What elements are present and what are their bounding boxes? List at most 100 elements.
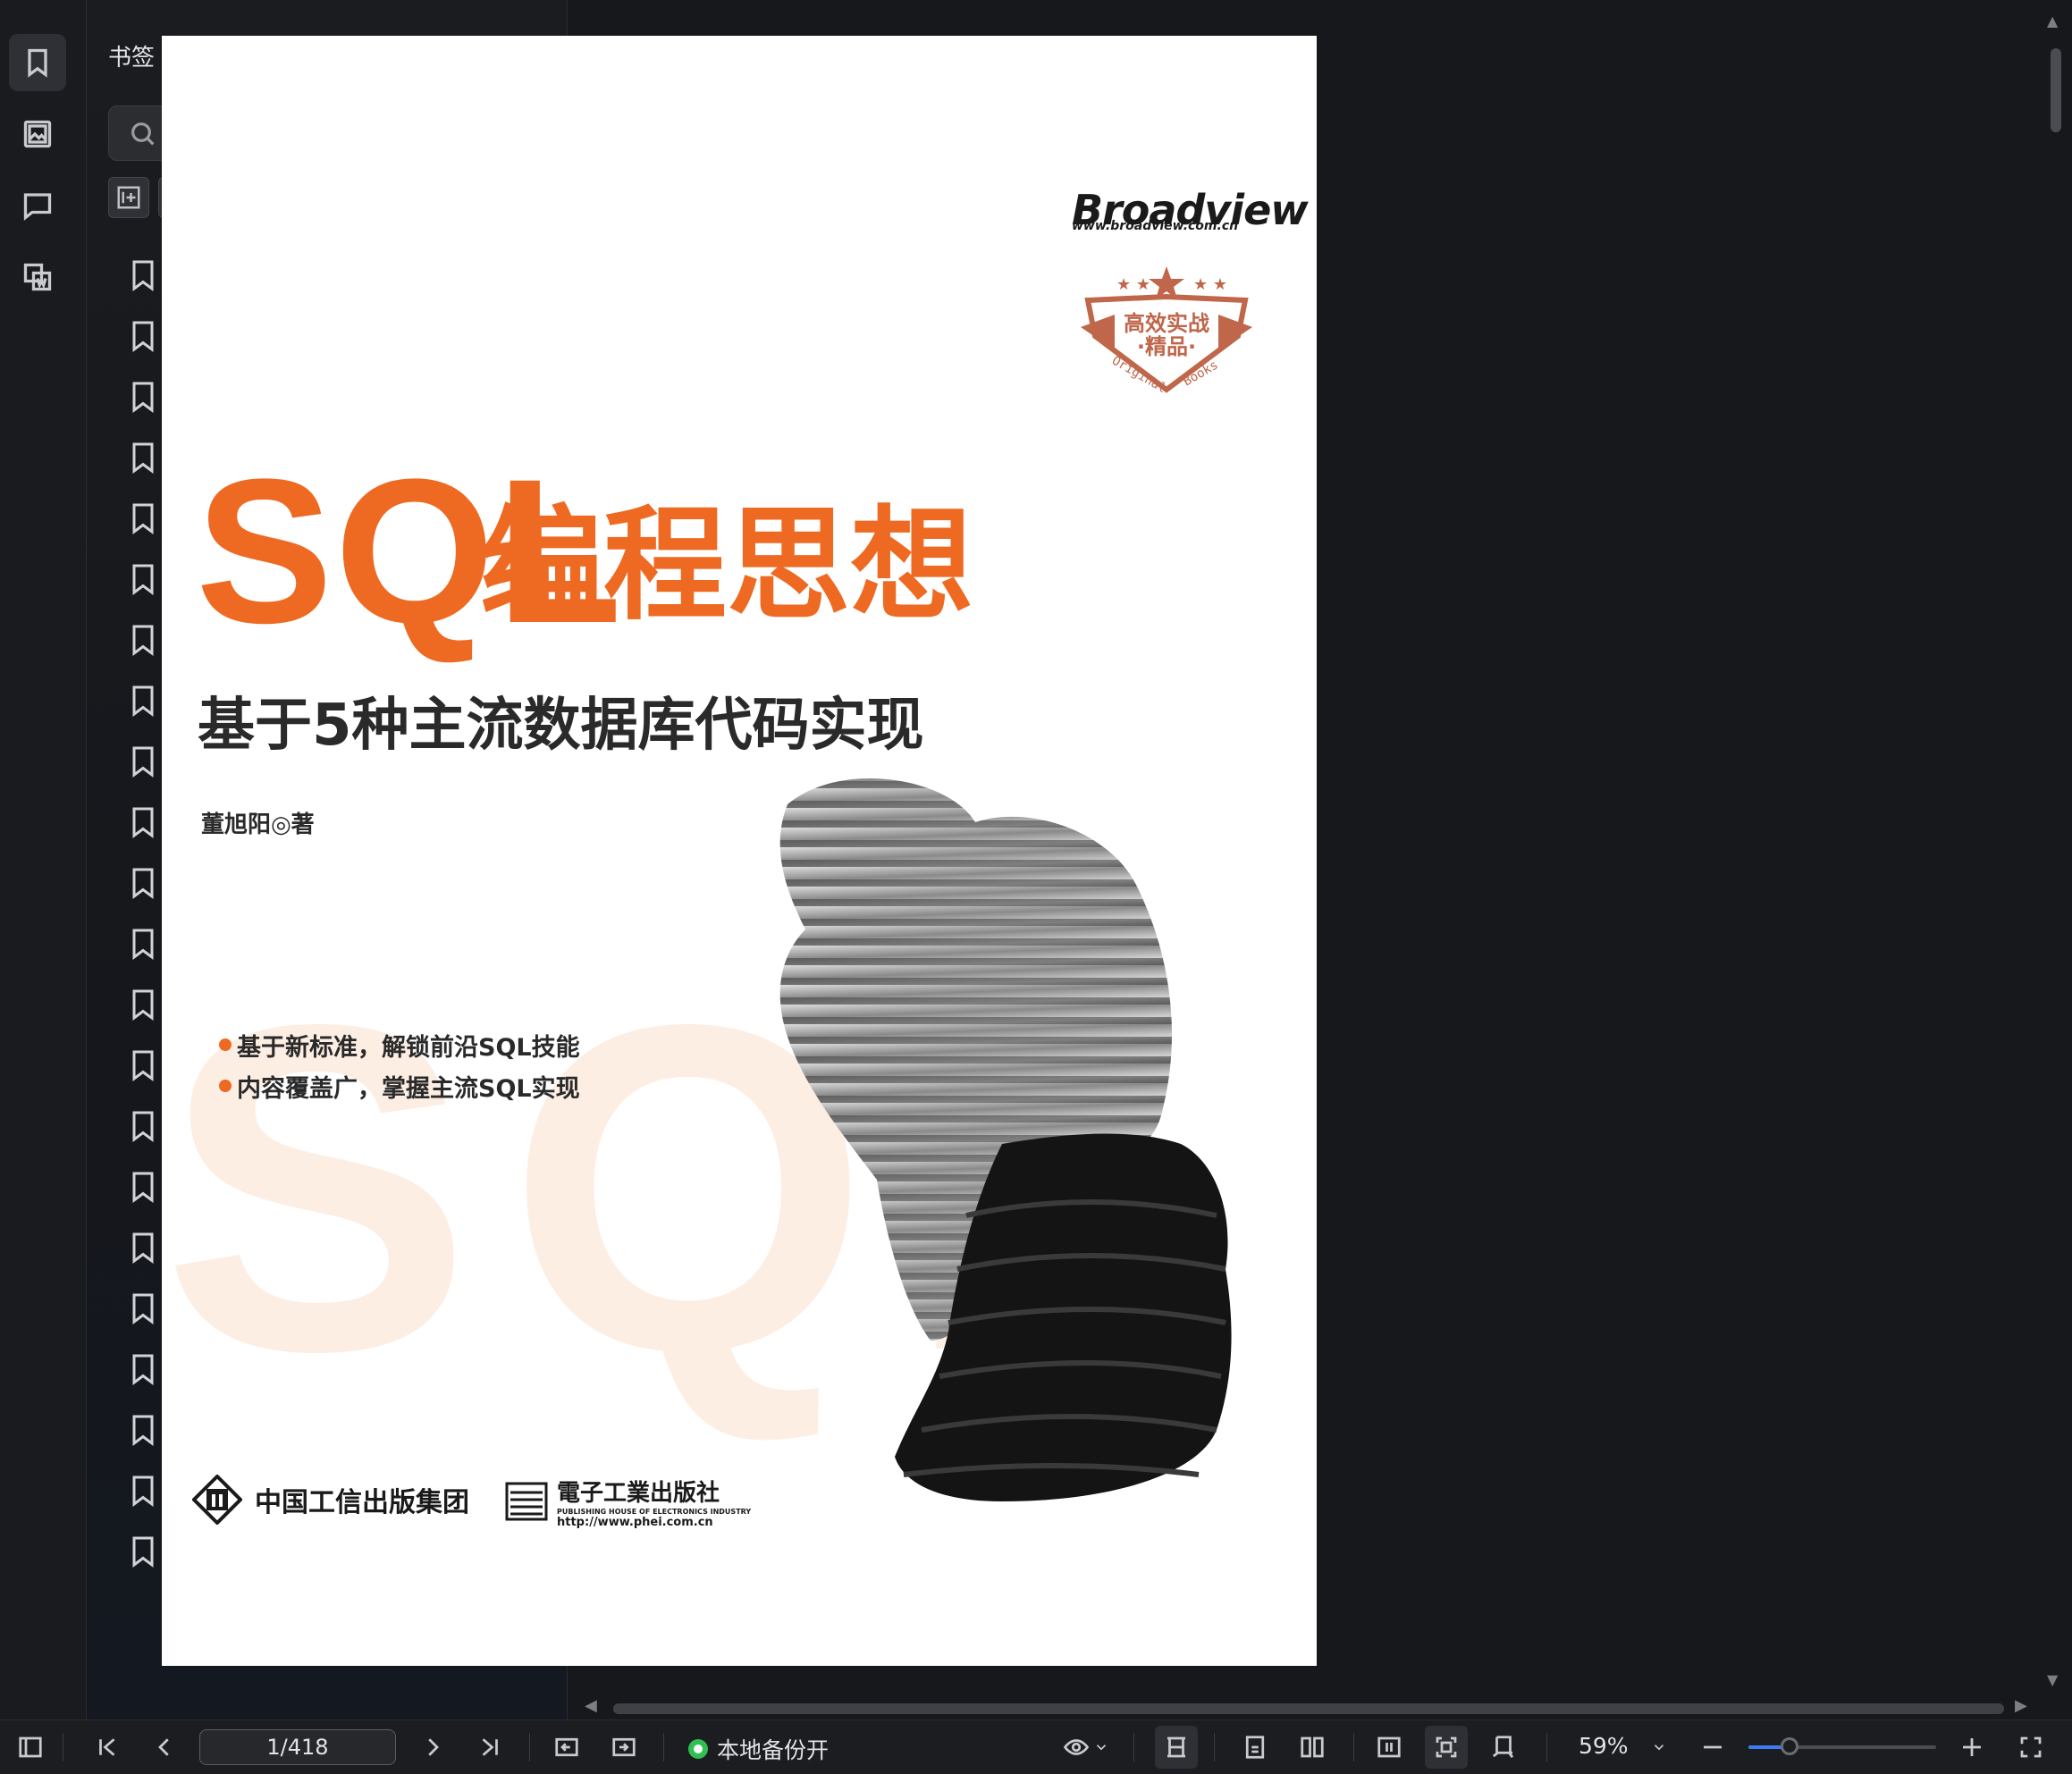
view-mode-chevron[interactable] [1092, 1731, 1110, 1763]
badge-line2: ·精品· [1137, 334, 1196, 359]
add-bookmark-button[interactable] [108, 177, 149, 218]
next-page-button[interactable] [417, 1731, 449, 1763]
side-rail [0, 0, 87, 1719]
single-page-button[interactable] [1239, 1731, 1271, 1763]
bookmark-icon [130, 1232, 156, 1264]
zoom-out-button[interactable] [1697, 1731, 1729, 1763]
bookmark-icon [130, 1475, 156, 1507]
publisher-house-logo: 電子工業出版社 PUBLISHING HOUSE OF ELECTRONICS … [505, 1476, 752, 1529]
back-arrow-icon [555, 1737, 578, 1757]
local-backup-toggle[interactable]: 本地备份开 [688, 1733, 829, 1765]
rail-bookmarks-button[interactable] [9, 34, 66, 91]
previous-page-button[interactable] [148, 1731, 181, 1763]
publisher-group-logo: 中国工信出版集团 [192, 1475, 469, 1525]
cover-author: 董旭阳◎著 [201, 811, 315, 838]
bookmark-icon [130, 320, 156, 352]
page-number-input[interactable] [199, 1729, 396, 1765]
badge-left-text: Original [1109, 354, 1168, 397]
cover-title-cn: 编程思想 [480, 493, 974, 637]
toggle-sidebar-button[interactable] [14, 1731, 46, 1763]
chevron-right-icon [428, 1738, 439, 1756]
bookmark-icon [130, 685, 156, 717]
double-page-button[interactable] [1296, 1731, 1328, 1763]
bookmark-icon [130, 806, 156, 838]
thinker-statue-image [779, 778, 1232, 1501]
scroll-right-arrow[interactable]: ▶ [2015, 1696, 2027, 1715]
quality-badge: ★ ★ ★ ★ 高效实战 ·精品· Original Books [1081, 266, 1252, 397]
bottom-toolbar: 本地备份开 59% [0, 1719, 2072, 1774]
horizontal-scrollbar-thumb[interactable] [613, 1703, 2004, 1714]
fullscreen-button[interactable] [2015, 1731, 2047, 1763]
single-page-icon [1245, 1736, 1265, 1759]
chevron-down-icon [1654, 1745, 1664, 1751]
bookmark-icon [130, 1049, 156, 1081]
bookmark-icon [130, 988, 156, 1021]
phei-logo-icon [505, 1482, 548, 1521]
zoom-level[interactable]: 59% [1579, 1733, 1629, 1759]
chevron-down-icon [1096, 1745, 1107, 1751]
zoom-slider[interactable] [1748, 1737, 1936, 1755]
publisher-brand-url: www.broadview.com.cn [1072, 219, 1239, 233]
bookmark-icon [130, 259, 156, 291]
double-page-icon [1301, 1736, 1324, 1758]
scroll-left-arrow[interactable]: ◀ [585, 1696, 597, 1715]
document-page: SQL Broadview www.broadview.com.cn ★ ★ ★… [162, 36, 1317, 1666]
first-page-button[interactable] [91, 1731, 123, 1763]
search-icon [131, 122, 155, 146]
scroll-down-arrow[interactable]: ▼ [2047, 1671, 2058, 1688]
image-icon [23, 120, 52, 148]
zoom-dropdown-chevron[interactable] [1650, 1731, 1668, 1763]
zoom-slider-handle[interactable] [1781, 1737, 1799, 1755]
bookmark-icon [130, 745, 156, 778]
fit-page-button[interactable] [1425, 1726, 1468, 1769]
eye-icon [1063, 1739, 1090, 1755]
minus-icon [1704, 1745, 1722, 1749]
backup-label: 本地备份开 [717, 1737, 830, 1763]
first-page-icon [99, 1738, 115, 1756]
backup-status-icon [688, 1739, 708, 1759]
bookmark-icon [130, 1353, 156, 1385]
go-forward-button[interactable] [608, 1731, 640, 1763]
cover-bullet-1: 基于新标准，解锁前沿SQL技能 [219, 1028, 580, 1063]
bookmark-icon [130, 1292, 156, 1324]
cover-bullet-2: 内容覆盖广，掌握主流SQL实现 [219, 1069, 580, 1104]
scroll-page-icon [1377, 1736, 1401, 1758]
chevron-left-icon [158, 1738, 169, 1756]
add-bookmark-icon [117, 186, 140, 209]
bookmark-icon [130, 441, 156, 474]
publisher-house-name: 電子工業出版社 [557, 1479, 720, 1507]
go-back-button[interactable] [551, 1731, 583, 1763]
view-mode-dropdown[interactable] [1060, 1731, 1092, 1763]
fit-width-button[interactable] [1155, 1726, 1198, 1769]
bookmark-icon [130, 1171, 156, 1203]
publisher-group-name: 中国工信出版集团 [255, 1487, 469, 1518]
panel-title: 书签 [108, 45, 156, 71]
zoom-in-button[interactable] [1956, 1731, 1988, 1763]
fullscreen-icon [2020, 1736, 2042, 1758]
continuous-scroll-button[interactable] [1373, 1731, 1405, 1763]
bookmark-icon [130, 928, 156, 960]
bookmark-icon [130, 381, 156, 413]
publisher-house-url: http://www.phei.com.cn [557, 1515, 713, 1529]
actual-size-button[interactable] [1487, 1731, 1520, 1763]
bookmark-icon [130, 502, 156, 534]
vertical-scrollbar-thumb[interactable] [2051, 48, 2061, 132]
plus-icon [1963, 1738, 1981, 1756]
badge-line1: 高效实战 [1124, 311, 1209, 336]
scroll-up-arrow[interactable]: ▲ [2047, 13, 2058, 29]
bookmark-icon [130, 867, 156, 899]
rail-comments-button[interactable] [9, 177, 66, 234]
rail-text-button[interactable] [9, 248, 66, 306]
bookmark-icon [130, 1535, 156, 1568]
rail-thumbnails-button[interactable] [9, 105, 66, 163]
svg-text:★ ★: ★ ★ [1193, 275, 1227, 294]
publisher-house-en: PUBLISHING HOUSE OF ELECTRONICS INDUSTRY [557, 1507, 752, 1516]
sidebar-icon [19, 1736, 42, 1758]
bookmark-icon [130, 1414, 156, 1446]
svg-text:★ ★: ★ ★ [1116, 275, 1150, 294]
last-page-icon [482, 1738, 498, 1756]
fit-width-icon [1167, 1736, 1185, 1758]
cover-subtitle: 基于5种主流数据库代码实现 [198, 693, 924, 759]
bookmark-icon [130, 1110, 156, 1142]
last-page-button[interactable] [474, 1731, 506, 1763]
